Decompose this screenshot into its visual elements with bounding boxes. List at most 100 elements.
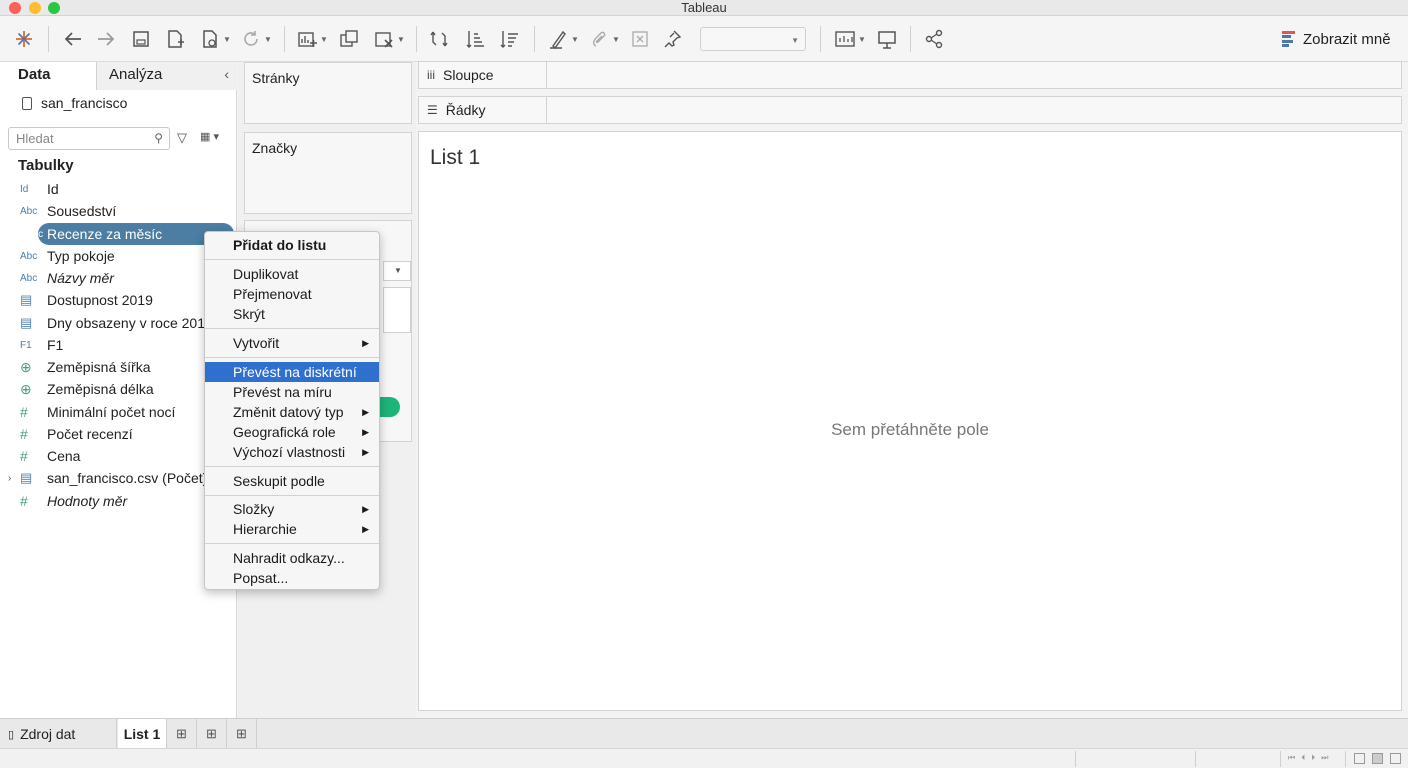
presentation-icon[interactable] [874, 26, 900, 52]
tab-analysis[interactable]: Analýza ‹ [96, 62, 237, 90]
datasource-item[interactable]: san_francisco [22, 95, 127, 111]
tab-datasource[interactable]: ▯ Zdroj dat [0, 719, 117, 749]
fix-axes-icon[interactable]: ▼ [832, 26, 868, 52]
datasource-name: san_francisco [41, 95, 128, 111]
clear-sheet-icon[interactable]: ▼ [370, 26, 408, 52]
menu-item-add-to-sheet[interactable]: Přidat do listu [205, 235, 379, 255]
field-label: Zeměpisná šířka [47, 359, 151, 375]
sheet-title[interactable]: List 1 [430, 146, 480, 170]
field-label: Minimální počet nocí [47, 404, 176, 420]
field-item[interactable]: ▤ Dostupnost 2019 [0, 289, 237, 311]
tableau-logo-icon[interactable] [12, 26, 36, 52]
collapse-pane-icon[interactable]: ‹ [224, 66, 229, 82]
pages-card[interactable]: Stránky [244, 62, 412, 124]
show-me-button[interactable]: Zobrazit mně [1282, 28, 1391, 50]
f1-type-icon: F1 [20, 339, 32, 351]
expand-chevron-icon[interactable]: › [8, 473, 11, 484]
field-item[interactable]: Abc Typ pokoje [0, 245, 237, 267]
submenu-arrow-icon: ▶ [362, 337, 369, 348]
fit-dropdown[interactable]: ▼ [700, 27, 806, 51]
swap-icon[interactable] [426, 26, 452, 52]
menu-item-convert-to-measure[interactable]: Převést na míru [205, 382, 379, 402]
rows-icon: ☰ [427, 103, 438, 117]
share-icon[interactable] [921, 26, 947, 52]
forward-icon[interactable] [93, 26, 119, 52]
refresh-icon[interactable]: ▼ [238, 26, 274, 52]
menu-item-default-properties[interactable]: Výchozí vlastnosti ▶ [205, 442, 379, 462]
view-options-icon[interactable]: ▦ ▾ [200, 130, 219, 143]
menu-item-folders[interactable]: Složky ▶ [205, 499, 379, 519]
data-pane-tabs: Data Analýza ‹ [0, 62, 237, 90]
grid-view-icon[interactable] [1354, 753, 1365, 764]
field-item[interactable]: ⊕ Zeměpisná šířka [0, 356, 237, 378]
search-placeholder: Hledat [16, 131, 54, 146]
menu-item-geographic-role[interactable]: Geografická role ▶ [205, 422, 379, 442]
filter-icon[interactable]: ▽ [177, 130, 187, 146]
new-dashboard-icon[interactable]: ⊞ [197, 719, 227, 749]
menu-item-group-by[interactable]: Seskupit podle [205, 471, 379, 491]
measure-type-icon: # [20, 404, 28, 420]
submenu-arrow-icon: ▶ [362, 523, 369, 534]
field-label: Typ pokoje [47, 248, 115, 264]
string-type-icon: Abc [20, 250, 38, 262]
field-item[interactable]: # Cena [0, 445, 237, 467]
menu-item-convert-to-discrete[interactable]: Převést na diskrétní [205, 362, 379, 382]
menu-item-duplicate[interactable]: Duplikovat [205, 264, 379, 284]
new-story-icon[interactable]: ⊞ [227, 719, 257, 749]
submenu-arrow-icon: ▶ [362, 503, 369, 514]
drop-field-hint: Sem přetáhněte pole [831, 420, 989, 439]
tab-sheet-1[interactable]: List 1 [118, 719, 167, 749]
measure-type-icon: # [20, 448, 28, 464]
field-item[interactable]: Abc Sousedství [0, 200, 237, 222]
field-item[interactable]: ⊕ Zeměpisná délka [0, 378, 237, 400]
mark-type-dropdown[interactable]: ▼ [383, 261, 411, 281]
sort-asc-icon[interactable] [462, 26, 488, 52]
search-input[interactable]: Hledat ⚲ [8, 127, 170, 150]
tab-analysis-label: Analýza [109, 66, 163, 83]
field-item[interactable]: # Počet recenzí [0, 423, 237, 445]
duplicate-sheet-icon[interactable] [336, 26, 362, 52]
tabs-view-icon[interactable] [1390, 753, 1401, 764]
filters-card[interactable]: Značky [244, 132, 412, 214]
sort-desc-icon[interactable] [496, 26, 522, 52]
datasource-options-icon[interactable]: ▼ [197, 26, 233, 52]
mark-property-button[interactable] [383, 287, 411, 333]
field-item[interactable]: # Minimální počet nocí [0, 401, 237, 423]
title-bar: Tableau [0, 0, 1408, 16]
field-item-selected[interactable]: =Abc Recenze za měsíc [0, 223, 237, 245]
show-me-icon [1282, 31, 1295, 47]
highlight-icon[interactable]: ▼ [546, 26, 580, 52]
labels-icon[interactable] [628, 26, 652, 52]
filmstrip-view-icon[interactable] [1372, 753, 1383, 764]
menu-item-hide[interactable]: Skrýt [205, 304, 379, 324]
save-icon[interactable] [129, 26, 153, 52]
new-sheet-icon[interactable]: ▼ [294, 26, 330, 52]
view-canvas[interactable]: List 1 Sem přetáhněte pole [418, 131, 1402, 711]
status-bar: ⏮⏴⏵⏭ [0, 748, 1408, 768]
field-label: Dny obsazeny v roce 2018 [47, 315, 213, 331]
rows-shelf[interactable]: ☰ Řádky [418, 96, 1402, 124]
new-worksheet-icon[interactable]: ⊞ [167, 719, 197, 749]
sheet-navigation-icons[interactable]: ⏮⏴⏵⏭ [1288, 753, 1334, 763]
menu-item-hierarchy[interactable]: Hierarchie ▶ [205, 519, 379, 539]
field-item[interactable]: ▤ Dny obsazeny v roce 2018 [0, 312, 237, 334]
columns-shelf[interactable]: iii Sloupce [418, 61, 1402, 89]
field-label: san_francisco.csv (Počet) [47, 470, 208, 486]
field-item[interactable]: › ▤ san_francisco.csv (Počet) [0, 467, 237, 489]
menu-item-replace-references[interactable]: Nahradit odkazy... [205, 548, 379, 568]
pin-icon[interactable] [660, 26, 684, 52]
back-icon[interactable] [60, 26, 86, 52]
new-datasource-icon[interactable] [162, 26, 188, 52]
menu-item-describe[interactable]: Popsat... [205, 568, 379, 588]
field-item[interactable]: Id Id [0, 178, 237, 200]
tab-data[interactable]: Data [0, 62, 96, 90]
menu-item-create[interactable]: Vytvořit ▶ [205, 333, 379, 353]
group-icon[interactable]: ▼ [586, 26, 622, 52]
field-item[interactable]: Abc Názvy měr [0, 267, 237, 289]
datasource-icon [22, 96, 32, 110]
field-context-menu: Přidat do listu Duplikovat Přejmenovat S… [204, 231, 380, 590]
field-item[interactable]: # Hodnoty měr [0, 490, 237, 512]
menu-item-rename[interactable]: Přejmenovat [205, 284, 379, 304]
menu-item-change-data-type[interactable]: Změnit datový typ ▶ [205, 402, 379, 422]
field-item[interactable]: F1 F1 [0, 334, 237, 356]
